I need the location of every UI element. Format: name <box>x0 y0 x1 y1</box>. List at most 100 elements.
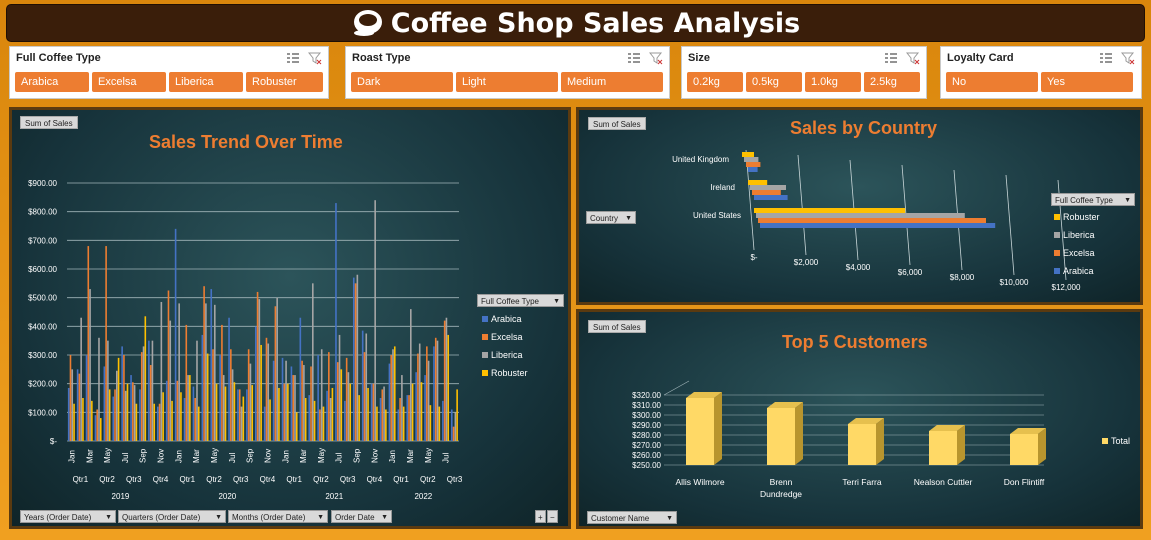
x-tick-label: $- <box>750 253 757 262</box>
expand-button[interactable]: + <box>535 510 546 523</box>
bar-arabica <box>370 383 373 441</box>
month-label: Mar <box>406 449 415 463</box>
month-label: Nov <box>263 449 272 463</box>
slicer-item-2-5kg[interactable]: 2.5kg <box>864 72 920 92</box>
bar-arabica <box>424 375 426 441</box>
bar-robuster <box>162 392 164 441</box>
bar-excelsa <box>443 320 446 441</box>
bar-liberica <box>356 274 359 441</box>
quarter-label: Qtr2 <box>99 475 115 484</box>
slicer-item-no[interactable]: No <box>946 72 1038 92</box>
bar-arabica <box>228 317 230 441</box>
top-customers-chart: $250.00$260.00$270.00$280.00$290.00$300.… <box>632 380 1046 499</box>
bar-total <box>767 408 795 465</box>
slicer-item-dark[interactable]: Dark <box>351 72 453 92</box>
slicer-item-liberica[interactable]: Liberica <box>169 72 244 92</box>
x-tick-label: $6,000 <box>898 268 923 277</box>
dropdown-label: Full Coffee Type <box>481 297 539 306</box>
y-tick-label: $900.00 <box>28 179 57 188</box>
multi-select-icon[interactable] <box>884 51 898 65</box>
bar-arabica <box>335 203 337 441</box>
slicer-item-arabica[interactable]: Arabica <box>15 72 90 92</box>
bar-total-side <box>1038 428 1046 465</box>
x-tick-label: $2,000 <box>794 258 819 267</box>
y-tick-label: $280.00 <box>632 431 661 440</box>
bar-robuster <box>233 382 236 441</box>
y-tick-label: $310.00 <box>632 401 661 410</box>
bar-liberica <box>276 297 278 441</box>
slicer-item-robuster[interactable]: Robuster <box>246 72 324 92</box>
month-label: Jul <box>228 453 237 463</box>
clear-filter-icon[interactable] <box>906 51 920 65</box>
quarter-label: Qtr2 <box>313 475 329 484</box>
clear-filter-icon[interactable] <box>308 51 322 65</box>
top-customers-panel: Sum of Sales Top 5 Customers $250.00 $260… <box>576 309 1143 529</box>
bar-liberica <box>756 213 965 218</box>
bar-arabica <box>326 390 328 441</box>
filter-years[interactable]: Years (Order Date) ▼ <box>20 510 116 523</box>
bar-arabica <box>237 389 239 441</box>
slicer-item-excelsa[interactable]: Excelsa <box>92 72 167 92</box>
bar-liberica <box>374 200 376 441</box>
multi-select-icon[interactable] <box>627 51 641 65</box>
clear-filter-icon[interactable] <box>1121 51 1135 65</box>
filter-quarters[interactable]: Quarters (Order Date) ▼ <box>118 510 226 523</box>
quarter-label: Qtr4 <box>260 475 276 484</box>
bar-robuster <box>251 385 254 441</box>
bar-excelsa <box>310 366 312 441</box>
bar-robuster <box>742 152 754 157</box>
bar-liberica <box>418 343 421 441</box>
bar-robuster <box>99 418 102 441</box>
bar-liberica <box>169 320 172 441</box>
month-label: Sep <box>246 448 255 463</box>
bar-liberica <box>124 390 127 441</box>
bar-liberica <box>392 349 394 441</box>
bar-excelsa <box>336 362 339 441</box>
slicer-item-0-5kg[interactable]: 0.5kg <box>746 72 802 92</box>
multi-select-icon[interactable] <box>286 51 300 65</box>
coffee-cup-icon <box>353 10 382 36</box>
bar-robuster <box>331 387 334 441</box>
legend-swatch <box>482 352 488 358</box>
country-label: United States <box>693 211 741 220</box>
slicer-item-0-2kg[interactable]: 0.2kg <box>687 72 743 92</box>
bar-liberica <box>214 304 216 441</box>
bar-arabica <box>397 409 400 441</box>
country-filter-dropdown[interactable]: Country ▼ <box>586 211 636 224</box>
bar-arabica <box>361 330 364 441</box>
slicer-item-light[interactable]: Light <box>456 72 558 92</box>
bar-liberica <box>178 303 180 441</box>
bar-liberica <box>320 349 323 441</box>
month-label: May <box>424 448 433 463</box>
slicer-item-1-0kg[interactable]: 1.0kg <box>805 72 861 92</box>
bar-liberica <box>71 369 74 441</box>
filter-order-date[interactable]: Order Date ▼ <box>331 510 392 523</box>
x-tick-label: $12,000 <box>1052 283 1081 292</box>
collapse-button[interactable]: − <box>547 510 558 523</box>
bar-excelsa <box>452 426 455 441</box>
multi-select-icon[interactable] <box>1099 51 1113 65</box>
country-legend: Robuster Liberica Excelsa Arabica <box>1054 208 1100 280</box>
slicer-size: Size 0.2kg 0.5kg 1.0kg 2.5kg <box>681 46 927 99</box>
bar-liberica <box>231 369 234 441</box>
bar-robuster <box>295 412 298 441</box>
slicer-item-medium[interactable]: Medium <box>561 72 663 92</box>
legend-label: Liberica <box>491 350 523 360</box>
legend-filter-dropdown[interactable]: Full Coffee Type ▼ <box>1051 193 1135 206</box>
slicer-item-yes[interactable]: Yes <box>1041 72 1133 92</box>
slicer-loyalty-card: Loyalty Card No Yes <box>940 46 1142 99</box>
filter-months[interactable]: Months (Order Date) ▼ <box>228 510 328 523</box>
bar-excelsa <box>149 365 152 441</box>
bar-excelsa <box>123 355 125 441</box>
legend-filter-dropdown[interactable]: Full Coffee Type ▼ <box>477 294 564 307</box>
customer-filter-dropdown[interactable]: Customer Name ▼ <box>587 511 677 524</box>
bar-liberica <box>312 283 314 441</box>
bar-excelsa <box>247 349 250 441</box>
bar-robuster <box>456 389 458 441</box>
bar-liberica <box>142 346 145 441</box>
bar-robuster <box>197 406 200 441</box>
bar-liberica <box>285 360 287 441</box>
slicer-title: Loyalty Card <box>947 52 1014 64</box>
bar-excelsa <box>746 162 761 167</box>
clear-filter-icon[interactable] <box>649 51 663 65</box>
